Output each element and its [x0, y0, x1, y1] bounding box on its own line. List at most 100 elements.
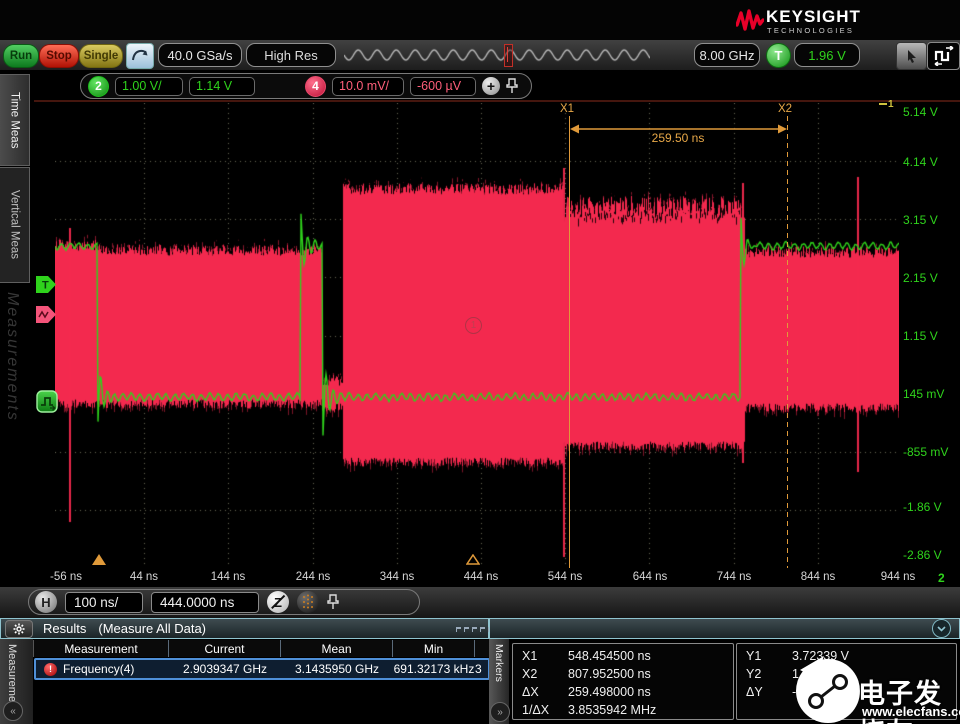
bandwidth-field[interactable]: 8.00 GHz — [694, 43, 760, 67]
tab-vertical-meas[interactable]: Vertical Meas — [0, 167, 30, 283]
x-axis-label: 144 ns — [198, 571, 258, 583]
trigger-level-field[interactable]: 1.96 V — [794, 43, 860, 67]
results-settings-button[interactable] — [5, 620, 33, 638]
cursor-x1-line[interactable] — [569, 116, 570, 568]
marker-x1-value: 548.454500 ns — [568, 649, 651, 663]
marker-inv-dx-value: 3.8535942 MHz — [568, 703, 656, 717]
panel-resize-grip[interactable] — [456, 627, 493, 632]
column-header-min[interactable]: Min — [393, 640, 475, 657]
channel4-scale-field[interactable]: 10.0 mV/ — [332, 77, 404, 96]
cursor-x1-label: X1 — [560, 103, 574, 115]
alert-icon: ! — [44, 663, 57, 676]
x-axis-label: 544 ns — [535, 571, 595, 583]
marker-x2-label: X2 — [513, 667, 568, 681]
zoom-button[interactable]: Z — [267, 591, 289, 613]
intensity-dots-icon — [301, 594, 315, 610]
oscilloscope-app: KEYSIGHT TECHNOLOGIES Run Stop Single 40… — [0, 0, 960, 724]
corner-marker: 1 — [879, 99, 894, 110]
channel2-scale-field[interactable]: 1.00 V/ — [115, 77, 183, 96]
results-title-bar: Results (Measure All Data) — [0, 618, 489, 639]
collapse-results-button[interactable]: « — [3, 701, 23, 721]
autoscale-button[interactable] — [927, 42, 960, 70]
x-axis-label: 844 ns — [788, 571, 848, 583]
pointer-icon — [906, 49, 918, 63]
column-header-current[interactable]: Current — [169, 640, 281, 657]
measurement-mean: 3.1435950 GHz — [281, 662, 393, 676]
add-channel-button[interactable]: + — [482, 77, 500, 95]
y-axis-label: 3.15 V — [903, 213, 959, 227]
y-axis-label: 1.15 V — [903, 329, 959, 343]
tab-time-meas[interactable]: Time Meas — [0, 74, 30, 166]
sample-rate-field[interactable]: 40.0 GSa/s — [158, 43, 242, 67]
intensity-button[interactable] — [297, 591, 319, 613]
collapse-panel-button[interactable] — [932, 619, 951, 638]
expand-markers-button[interactable]: » — [490, 702, 510, 722]
brand-subtitle: TECHNOLOGIES — [767, 26, 854, 35]
measurement-max-clipped: 3 — [475, 662, 484, 676]
markers-x-readouts: X1548.454500 ns X2807.952500 ns ΔX259.49… — [512, 643, 734, 720]
channel4-badge[interactable]: 4 — [305, 76, 326, 97]
results-side-label: Measureme — [6, 644, 18, 702]
cursor-x2-line[interactable] — [787, 116, 788, 568]
results-table-header: Measurement Current Mean Min — [33, 640, 490, 657]
timebase-field[interactable]: 100 ns/ — [65, 592, 143, 613]
x-axis-channel-badge: 2 — [938, 571, 945, 585]
pointer-mode-button[interactable] — [896, 42, 927, 70]
plot-top-border — [34, 100, 960, 102]
single-button[interactable]: Single — [79, 44, 123, 68]
marker-dy-label: ΔY — [737, 685, 792, 699]
trigger-badge[interactable]: T — [766, 43, 791, 68]
channel4-offset-field[interactable]: -600 µV — [410, 77, 476, 96]
channel2-ground-marker[interactable] — [36, 390, 58, 413]
cursor-x2-label: X2 — [778, 103, 792, 115]
channel2-badge[interactable]: 2 — [88, 76, 109, 97]
acquisition-mode-field[interactable]: High Res — [246, 43, 336, 67]
marker-x2-value: 807.952500 ns — [568, 667, 651, 681]
markers-strip-label: Markers — [493, 644, 505, 682]
x-axis-label: 744 ns — [704, 571, 764, 583]
touch-button[interactable] — [126, 43, 154, 69]
chevron-down-icon — [937, 626, 946, 632]
x-axis-label: 344 ns — [367, 571, 427, 583]
horizontal-badge[interactable]: H — [35, 591, 57, 613]
column-header-measurement[interactable]: Measurement — [34, 640, 169, 657]
horizontal-reference-marker[interactable] — [92, 554, 106, 565]
gear-icon — [13, 623, 25, 635]
measurements-ghost-label: Measurements — [3, 292, 21, 422]
pin-icon[interactable] — [327, 594, 339, 610]
x-axis-label: 944 ns — [868, 571, 928, 583]
marker-x1-label: X1 — [513, 649, 568, 663]
measurement-name: Frequency(4) — [63, 662, 134, 676]
touch-gesture-icon — [131, 48, 149, 64]
x-axis-label: 644 ns — [620, 571, 680, 583]
bookmark-callout[interactable]: 1 — [465, 317, 482, 334]
y-axis-label: -855 mV — [903, 445, 959, 459]
watermark-url: www.elecfans.com — [862, 704, 960, 719]
waveform-display[interactable] — [55, 103, 899, 568]
run-button[interactable]: Run — [3, 44, 39, 68]
delay-reference-marker[interactable] — [466, 554, 480, 565]
stop-button[interactable]: Stop — [39, 44, 79, 68]
y-axis-label: 4.14 V — [903, 155, 959, 169]
markers-title-bar — [489, 618, 960, 639]
marker-dx-value: 259.498000 ns — [568, 685, 651, 699]
x-axis-label: 244 ns — [283, 571, 343, 583]
results-subtitle: (Measure All Data) — [98, 621, 206, 636]
brand-title: KEYSIGHT — [766, 7, 861, 27]
cursor-delta-x-readout: 259.50 ns — [638, 131, 718, 145]
keysight-spark-icon — [736, 9, 764, 33]
channel2-offset-field[interactable]: 1.14 V — [189, 77, 255, 96]
column-header-mean[interactable]: Mean — [281, 640, 393, 657]
delay-field[interactable]: 444.0000 ns — [151, 592, 259, 613]
x-axis-label: 444 ns — [451, 571, 511, 583]
trigger-level-marker[interactable]: T — [36, 276, 57, 293]
pin-icon[interactable] — [506, 78, 518, 94]
y-axis-label: -2.86 V — [903, 548, 959, 562]
y-axis-label: 2.15 V — [903, 271, 959, 285]
results-row-frequency[interactable]: ! Frequency(4) 2.9039347 GHz 3.1435950 G… — [34, 658, 490, 680]
measurement-current: 2.9039347 GHz — [169, 662, 281, 676]
marker-inv-dx-label: 1/ΔX — [513, 703, 568, 717]
marker-dx-label: ΔX — [513, 685, 568, 699]
channel4-ground-marker[interactable] — [36, 306, 57, 323]
x-axis-label: -56 ns — [36, 571, 96, 583]
